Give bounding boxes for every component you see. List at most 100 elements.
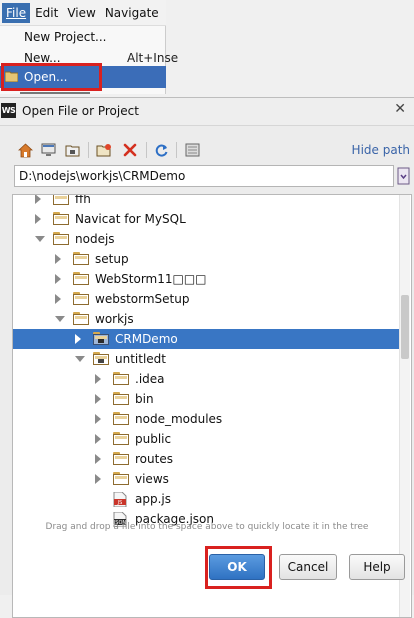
tree-row-label: Navicat for MySQL (75, 212, 186, 226)
js-file-icon: JS (113, 491, 129, 508)
toolbar-separator (88, 142, 89, 158)
menu-separator (20, 92, 90, 94)
path-history-icon[interactable] (397, 166, 410, 186)
project-folder-icon[interactable] (63, 141, 81, 159)
file-menu-dropdown: New Project... New... Alt+Inse Open... (0, 26, 178, 94)
menu-edit-label: Edit (35, 5, 59, 20)
tree-row[interactable]: JS app.js (13, 489, 399, 509)
path-input[interactable] (14, 165, 394, 187)
folder-icon (53, 195, 69, 206)
dialog-title: Open File or Project (22, 104, 139, 118)
collapsed-arrow-icon[interactable] (55, 294, 61, 304)
expanded-arrow-icon[interactable] (35, 236, 45, 242)
module-folder-icon (93, 352, 109, 366)
menu-edit[interactable]: Edit (31, 3, 62, 23)
tree-row-label: nodejs (75, 232, 115, 246)
tree-row[interactable]: public (13, 429, 399, 449)
tree-row-label: bin (135, 392, 154, 406)
expanded-arrow-icon[interactable] (55, 316, 65, 322)
tree-row[interactable]: nodejs (13, 229, 399, 249)
menu-item-new[interactable]: New... (24, 51, 61, 65)
refresh-icon[interactable] (152, 141, 170, 159)
tree-row[interactable]: CRMDemo (13, 329, 399, 349)
tree-row[interactable]: workjs (13, 309, 399, 329)
tree-row[interactable]: Navicat for MySQL (13, 209, 399, 229)
tree-row-label: untitledt (115, 352, 166, 366)
menu-navigate-label: Navigate (104, 5, 159, 20)
collapsed-arrow-icon[interactable] (35, 195, 41, 204)
collapsed-arrow-icon[interactable] (95, 374, 101, 384)
home-icon[interactable] (16, 141, 34, 159)
tree-row-label: .idea (135, 372, 165, 386)
expanded-arrow-icon[interactable] (75, 356, 85, 362)
tree-row[interactable]: ffh (13, 195, 399, 209)
collapsed-arrow-icon[interactable] (95, 454, 101, 464)
tree-row-label: views (135, 472, 169, 486)
collapsed-arrow-icon[interactable] (95, 474, 101, 484)
tree-row[interactable]: webstormSetup (13, 289, 399, 309)
folder-icon (113, 452, 129, 466)
module-folder-icon (93, 332, 109, 346)
menu-item-open[interactable]: Open... (0, 66, 166, 88)
toolbar-separator (176, 142, 177, 158)
open-folder-icon (5, 71, 18, 82)
collapsed-arrow-icon[interactable] (35, 214, 41, 224)
tree-row[interactable]: bin (13, 389, 399, 409)
menu-item-new-shortcut: Alt+Inse (127, 51, 179, 65)
cancel-button[interactable]: Cancel (279, 554, 337, 580)
tree-row-label: setup (95, 252, 129, 266)
hide-path-link[interactable]: Hide path (352, 143, 410, 157)
folder-icon (113, 392, 129, 406)
menu-navigate[interactable]: Navigate (101, 3, 163, 23)
collapsed-arrow-icon[interactable] (95, 414, 101, 424)
collapsed-arrow-icon[interactable] (95, 394, 101, 404)
webstorm-logo-icon: WS (1, 103, 16, 118)
desktop-icon[interactable] (39, 141, 57, 159)
show-hidden-icon[interactable] (183, 141, 201, 159)
menu-file-label: File (6, 5, 27, 20)
collapsed-arrow-icon[interactable] (55, 274, 61, 284)
tree-row-label: webstormSetup (95, 292, 190, 306)
tree-row[interactable]: node_modules (13, 409, 399, 429)
svg-text:JS: JS (117, 500, 123, 506)
tree-row-label: public (135, 432, 172, 446)
dialog-title-bar: WS Open File or Project ✕ (0, 98, 414, 126)
open-file-dialog: WS Open File or Project ✕ Hide path D:\n… (0, 97, 414, 618)
tree-row[interactable]: routes (13, 449, 399, 469)
new-folder-icon[interactable] (95, 141, 113, 159)
tree-row-label: workjs (95, 312, 134, 326)
tree-row-label: app.js (135, 492, 171, 506)
tree-row[interactable]: untitledt (13, 349, 399, 369)
toolbar-separator (146, 142, 147, 158)
menu-bar: File Edit View Navigate C (0, 0, 166, 26)
menu-view[interactable]: View (63, 3, 99, 23)
tree-row[interactable]: views (13, 469, 399, 489)
close-icon[interactable]: ✕ (394, 101, 406, 117)
menu-code[interactable]: C (164, 3, 166, 23)
folder-icon (113, 412, 129, 426)
tree-row[interactable]: setup (13, 249, 399, 269)
drag-drop-hint: Drag and drop a file into the space abov… (45, 522, 369, 532)
help-button[interactable]: Help (349, 554, 405, 580)
tree-row[interactable]: .idea (13, 369, 399, 389)
folder-icon (73, 272, 89, 286)
ok-button[interactable]: OK (209, 554, 265, 580)
delete-icon[interactable] (121, 141, 139, 159)
folder-icon (53, 212, 69, 226)
folder-icon (73, 252, 89, 266)
tree-row-label: routes (135, 452, 173, 466)
collapsed-arrow-icon[interactable] (75, 334, 81, 344)
tree-scrollbar-thumb[interactable] (401, 295, 409, 359)
menu-item-new-project[interactable]: New Project... (24, 30, 107, 44)
tree-row-label: CRMDemo (115, 332, 178, 346)
dialog-toolbar: Hide path (0, 138, 414, 162)
folder-icon (73, 292, 89, 306)
collapsed-arrow-icon[interactable] (55, 254, 61, 264)
tree-row[interactable]: WebStorm11□□□ (13, 269, 399, 289)
folder-icon (113, 372, 129, 386)
folder-icon (53, 232, 69, 246)
collapsed-arrow-icon[interactable] (95, 434, 101, 444)
menu-file[interactable]: File (2, 2, 31, 23)
path-row (14, 165, 412, 189)
tree-row-label: node_modules (135, 412, 223, 426)
